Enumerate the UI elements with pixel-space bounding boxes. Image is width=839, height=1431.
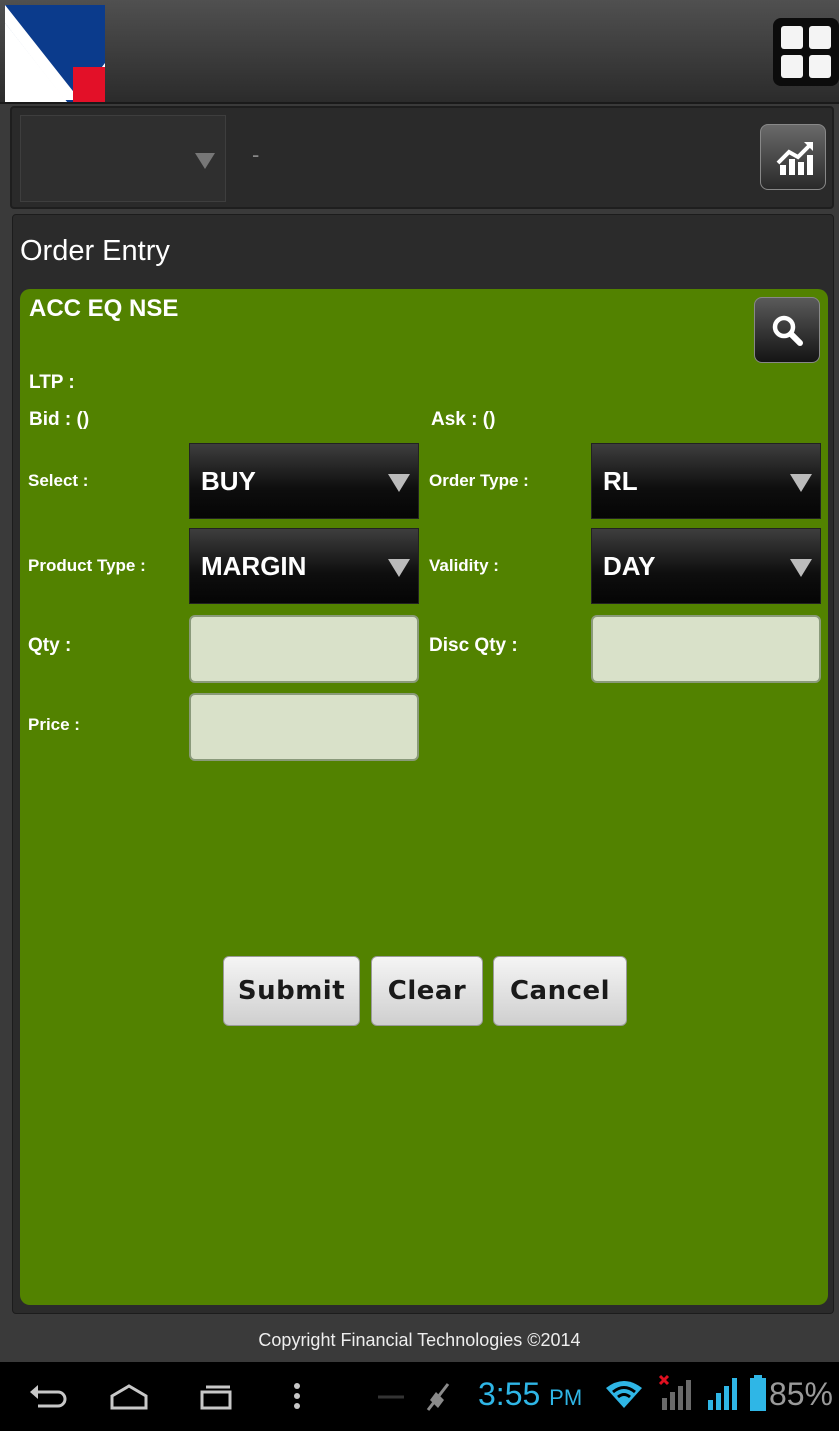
clock-ampm: PM <box>549 1385 583 1410</box>
select-label: Select : <box>28 471 89 490</box>
search-button[interactable] <box>754 297 820 363</box>
price-label: Price : <box>28 715 80 734</box>
order-entry-panel: Order Entry ACC EQ NSE LTP : Bid : () As… <box>12 214 834 1314</box>
validity-select[interactable]: DAY <box>591 528 821 604</box>
buy-sell-select[interactable]: BUY <box>189 443 419 519</box>
recent-apps-icon[interactable] <box>196 1380 236 1414</box>
chevron-down-icon <box>388 559 410 577</box>
back-icon[interactable] <box>28 1380 68 1414</box>
order-type-select[interactable]: RL <box>591 443 821 519</box>
home-icon[interactable] <box>108 1380 150 1414</box>
bid-label: Bid : () <box>29 409 90 430</box>
scrip-name: ACC EQ NSE <box>29 295 179 322</box>
dash-icon <box>378 1395 404 1399</box>
chart-button[interactable] <box>760 124 826 190</box>
system-navbar: 3:55 PM 85% <box>0 1362 839 1431</box>
wifi-icon <box>606 1381 642 1408</box>
signal-disconnected-icon <box>658 1374 691 1410</box>
price-input[interactable] <box>189 693 419 761</box>
clock-time: 3:55 <box>478 1376 541 1412</box>
symbol-separator: - <box>252 142 260 167</box>
overflow-menu-icon[interactable] <box>290 1380 304 1414</box>
chevron-down-icon <box>388 474 410 492</box>
submit-button[interactable]: Submit <box>223 956 360 1026</box>
buy-sell-value: BUY <box>201 466 256 496</box>
order-type-label: Order Type : <box>429 471 529 490</box>
signal-icon <box>708 1378 737 1410</box>
product-type-value: MARGIN <box>201 551 307 581</box>
ask-label: Ask : () <box>431 409 496 430</box>
qty-input[interactable] <box>189 615 419 683</box>
ltp-label: LTP : <box>29 372 75 393</box>
cancel-button[interactable]: Cancel <box>493 956 627 1026</box>
chevron-down-icon <box>790 474 812 492</box>
symbol-select[interactable] <box>20 115 226 202</box>
logo-icon <box>5 5 105 102</box>
battery-icon <box>750 1375 766 1411</box>
validity-label: Validity : <box>429 556 499 575</box>
disc-qty-input[interactable] <box>591 615 821 683</box>
clock: 3:55 PM <box>478 1376 582 1413</box>
product-type-select[interactable]: MARGIN <box>189 528 419 604</box>
mute-icon <box>426 1383 450 1411</box>
chevron-down-icon <box>790 559 812 577</box>
product-type-label: Product Type : <box>28 556 146 575</box>
order-form: ACC EQ NSE LTP : Bid : () Ask : () Selec… <box>20 289 828 1305</box>
clear-button[interactable]: Clear <box>371 956 483 1026</box>
battery-percent: 85% <box>768 1376 833 1412</box>
symbol-bar: - <box>10 106 834 209</box>
page-title: Order Entry <box>20 235 170 267</box>
disc-qty-label: Disc Qty : <box>429 635 518 656</box>
order-type-value: RL <box>603 466 638 496</box>
search-icon <box>772 315 803 346</box>
validity-value: DAY <box>603 551 656 581</box>
chart-icon <box>776 142 813 175</box>
app-header <box>0 0 839 104</box>
chevron-down-icon <box>195 153 215 169</box>
grid-menu-icon[interactable] <box>773 18 839 86</box>
qty-label: Qty : <box>28 635 72 656</box>
copyright-footer: Copyright Financial Technologies ©2014 <box>258 1330 581 1350</box>
